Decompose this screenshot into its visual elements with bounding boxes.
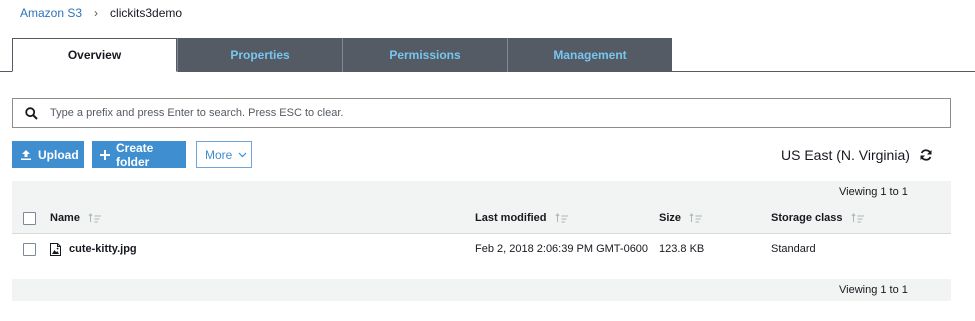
select-all-cell xyxy=(23,203,36,233)
upload-button-label: Upload xyxy=(38,147,79,162)
size-cell: 123.8 KB xyxy=(659,243,705,255)
breadcrumb-amazon-s3-link[interactable]: Amazon S3 xyxy=(20,6,82,20)
search-bar xyxy=(12,98,951,128)
tab-properties[interactable]: Properties xyxy=(177,38,342,72)
tab-permissions[interactable]: Permissions xyxy=(342,38,507,72)
column-header-last-modified[interactable]: Last modified xyxy=(475,203,569,233)
select-all-checkbox[interactable] xyxy=(23,211,36,225)
file-name-link[interactable]: cute-kitty.jpg xyxy=(69,243,137,255)
refresh-icon[interactable] xyxy=(919,148,933,162)
sort-icon[interactable] xyxy=(850,213,865,223)
sort-icon[interactable] xyxy=(88,213,102,223)
column-header-last-modified-label: Last modified xyxy=(475,212,547,224)
tab-management[interactable]: Management xyxy=(507,38,672,72)
chevron-down-icon xyxy=(238,152,247,158)
table-row[interactable]: cute-kitty.jpg Feb 2, 2018 2:06:39 PM GM… xyxy=(12,234,951,264)
column-header-size[interactable]: Size xyxy=(659,203,703,233)
more-button-label: More xyxy=(205,147,233,162)
column-header-storage-class[interactable]: Storage class xyxy=(771,203,865,233)
column-header-name[interactable]: Name xyxy=(50,203,102,233)
search-icon xyxy=(23,105,39,121)
row-checkbox[interactable] xyxy=(23,242,36,256)
table-header: Name Last modified Size Storage class xyxy=(12,203,951,234)
last-modified-cell: Feb 2, 2018 2:06:39 PM GMT-0600 xyxy=(475,243,649,255)
breadcrumb-separator: › xyxy=(94,6,99,20)
search-input[interactable] xyxy=(50,107,950,119)
viewing-count-bottom: Viewing 1 to 1 xyxy=(839,284,908,296)
plus-icon xyxy=(100,149,110,160)
row-select-cell xyxy=(23,234,36,264)
region-label: US East (N. Virginia) xyxy=(781,147,910,163)
file-name-cell: cute-kitty.jpg xyxy=(50,234,137,264)
column-header-name-label: Name xyxy=(50,212,80,224)
storage-class-cell: Standard xyxy=(771,243,816,255)
image-file-icon xyxy=(50,242,61,256)
sort-icon[interactable] xyxy=(554,213,569,223)
tab-bar: Overview Properties Permissions Manageme… xyxy=(12,38,672,72)
upload-button[interactable]: Upload xyxy=(12,141,84,168)
upload-icon xyxy=(20,149,32,161)
pagination-bar-bottom: Viewing 1 to 1 xyxy=(12,279,951,301)
create-folder-button[interactable]: Create folder xyxy=(92,140,186,169)
breadcrumb: Amazon S3 › clickits3demo xyxy=(20,6,182,20)
viewing-count-top: Viewing 1 to 1 xyxy=(839,186,908,198)
pagination-bar-top: Viewing 1 to 1 xyxy=(12,181,951,203)
breadcrumb-bucket-name: clickits3demo xyxy=(110,6,183,20)
sort-icon[interactable] xyxy=(689,213,703,223)
tab-overview[interactable]: Overview xyxy=(12,38,177,72)
create-folder-button-label: Create folder xyxy=(116,140,154,169)
column-header-size-label: Size xyxy=(659,212,682,224)
more-dropdown-button[interactable]: More xyxy=(196,141,252,168)
column-header-storage-class-label: Storage class xyxy=(771,212,843,224)
